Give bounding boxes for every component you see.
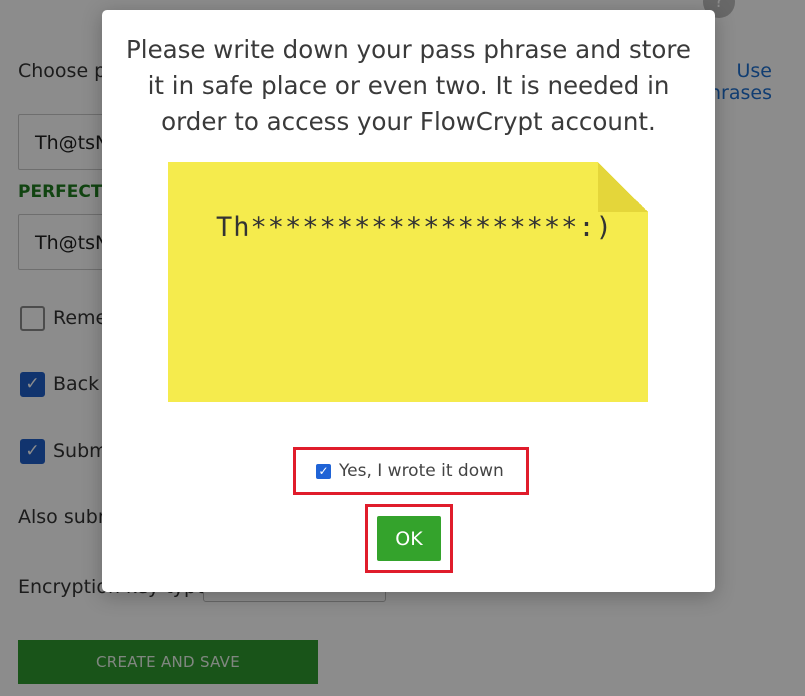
confirm-label: Yes, I wrote it down [339, 461, 504, 481]
passphrase-reminder-dialog: Please write down your pass phrase and s… [102, 10, 715, 592]
note-folded-corner [598, 162, 648, 212]
wrote-it-down-checkbox[interactable]: ✓ [316, 463, 331, 479]
dialog-message: Please write down your pass phrase and s… [126, 35, 691, 136]
ok-button[interactable]: OK [377, 516, 441, 561]
ok-highlight: OK [365, 504, 453, 573]
sticky-note: Th*******************:) [168, 162, 648, 402]
wrote-it-down-confirmation[interactable]: ✓ Yes, I wrote it down [293, 447, 529, 495]
masked-passphrase: Th*******************:) [216, 212, 613, 243]
